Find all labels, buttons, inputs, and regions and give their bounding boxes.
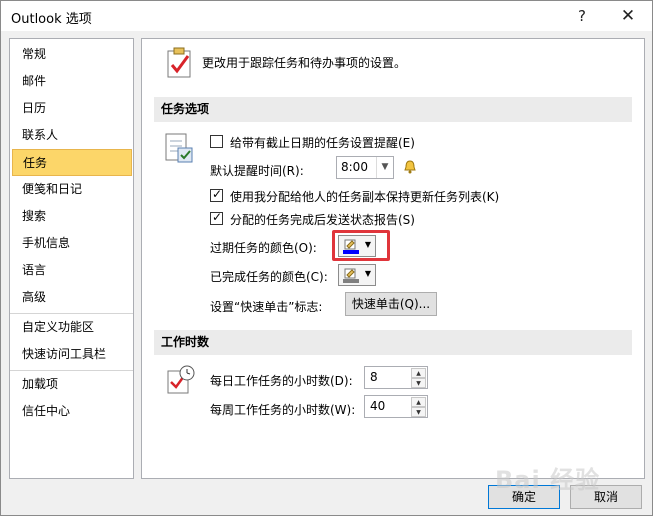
sidebar-item-mobile[interactable]: 手机信息 [10, 230, 133, 257]
sidebar-item-language[interactable]: 语言 [10, 257, 133, 284]
window-title: Outlook 选项 [11, 12, 92, 27]
chevron-up-icon[interactable]: ▲ [411, 368, 426, 378]
reminder-checkbox-label: 给带有截止日期的任务设置提醒(E) [230, 136, 415, 150]
options-sidebar: 常规 邮件 日历 联系人 任务 便笺和日记 搜索 手机信息 语言 高级 自定义功… [9, 38, 134, 479]
tasks-clipboard-icon [166, 47, 194, 82]
close-button[interactable]: ✕ [617, 5, 639, 27]
weekly-hours-value: 40 [370, 399, 386, 413]
default-reminder-time-label: 默认提醒时间(R): [210, 164, 304, 178]
sidebar-item-advanced[interactable]: 高级 [10, 284, 133, 311]
daily-hours-value: 8 [370, 370, 378, 384]
daily-hours-input[interactable]: 8 ▲ ▼ [364, 366, 428, 389]
checkmark-icon: ✓ [212, 210, 223, 224]
keep-updated-checkbox[interactable]: ✓ [210, 187, 223, 202]
chevron-down-icon[interactable]: ▼ [411, 378, 426, 388]
chevron-down-icon: ▼ [364, 269, 371, 278]
send-status-checkbox[interactable]: ✓ [210, 210, 223, 225]
page-description: 更改用于跟踪任务和待办事项的设置。 [202, 56, 407, 70]
watermark-logo: Bai 经验 [495, 466, 601, 494]
options-dialog: Outlook 选项 ? ✕ 常规 邮件 日历 联系人 任务 便笺和日记 搜索 … [0, 0, 653, 516]
quick-click-label: 设置“快速单击”标志: [210, 300, 323, 314]
sidebar-item-notes-journal[interactable]: 便笺和日记 [10, 176, 133, 203]
sidebar-item-tasks[interactable]: 任务 [12, 149, 132, 176]
chevron-down-icon: ▼ [364, 240, 371, 249]
overdue-color-button[interactable]: ▼ [338, 235, 376, 257]
quick-click-button[interactable]: 快速单击(Q)... [345, 292, 437, 316]
default-reminder-time-value: 8:00 [341, 160, 368, 174]
title-bar: Outlook 选项 ? ✕ [1, 1, 652, 31]
task-options-icon [164, 132, 194, 167]
chevron-up-icon[interactable]: ▲ [411, 397, 426, 407]
sidebar-item-quick-access-toolbar[interactable]: 快速访问工具栏 [10, 341, 133, 368]
help-button[interactable]: ? [571, 5, 593, 27]
sidebar-item-trust-center[interactable]: 信任中心 [10, 398, 133, 425]
sidebar-item-calendar[interactable]: 日历 [10, 95, 133, 122]
keep-updated-label: 使用我分配给他人的任务副本保持更新任务列表(K) [230, 190, 500, 204]
default-reminder-time-select[interactable]: 8:00 ▼ [336, 156, 394, 179]
checkmark-icon: ✓ [212, 187, 223, 201]
send-status-label: 分配的任务完成后发送状态报告(S) [230, 213, 415, 227]
completed-color-button[interactable]: ▼ [338, 264, 376, 286]
section-header-work-hours: 工作时数 [154, 330, 632, 355]
font-color-icon [343, 267, 359, 286]
weekly-hours-input[interactable]: 40 ▲ ▼ [364, 395, 428, 418]
font-color-icon [343, 238, 359, 257]
daily-hours-label: 每日工作任务的小时数(D): [210, 374, 353, 388]
chevron-down-icon[interactable]: ▼ [411, 407, 426, 417]
reminder-checkbox[interactable] [210, 135, 223, 148]
weekly-hours-label: 每周工作任务的小时数(W): [210, 403, 356, 417]
bell-icon [403, 160, 417, 177]
sidebar-item-add-ins[interactable]: 加载项 [10, 371, 133, 398]
sidebar-item-contacts[interactable]: 联系人 [10, 122, 133, 149]
sidebar-item-general[interactable]: 常规 [10, 41, 133, 68]
clock-task-icon [166, 365, 196, 398]
tasks-settings-panel: 更改用于跟踪任务和待办事项的设置。 任务选项 给带有截止日期的任务设置提醒(E)… [141, 38, 645, 479]
chevron-down-icon[interactable]: ▼ [376, 157, 393, 178]
sidebar-item-customize-ribbon[interactable]: 自定义功能区 [10, 314, 133, 341]
sidebar-item-mail[interactable]: 邮件 [10, 68, 133, 95]
completed-color-label: 已完成任务的颜色(C): [210, 270, 328, 284]
overdue-color-label: 过期任务的颜色(O): [210, 241, 317, 255]
section-header-task-options: 任务选项 [154, 97, 632, 122]
sidebar-item-search[interactable]: 搜索 [10, 203, 133, 230]
